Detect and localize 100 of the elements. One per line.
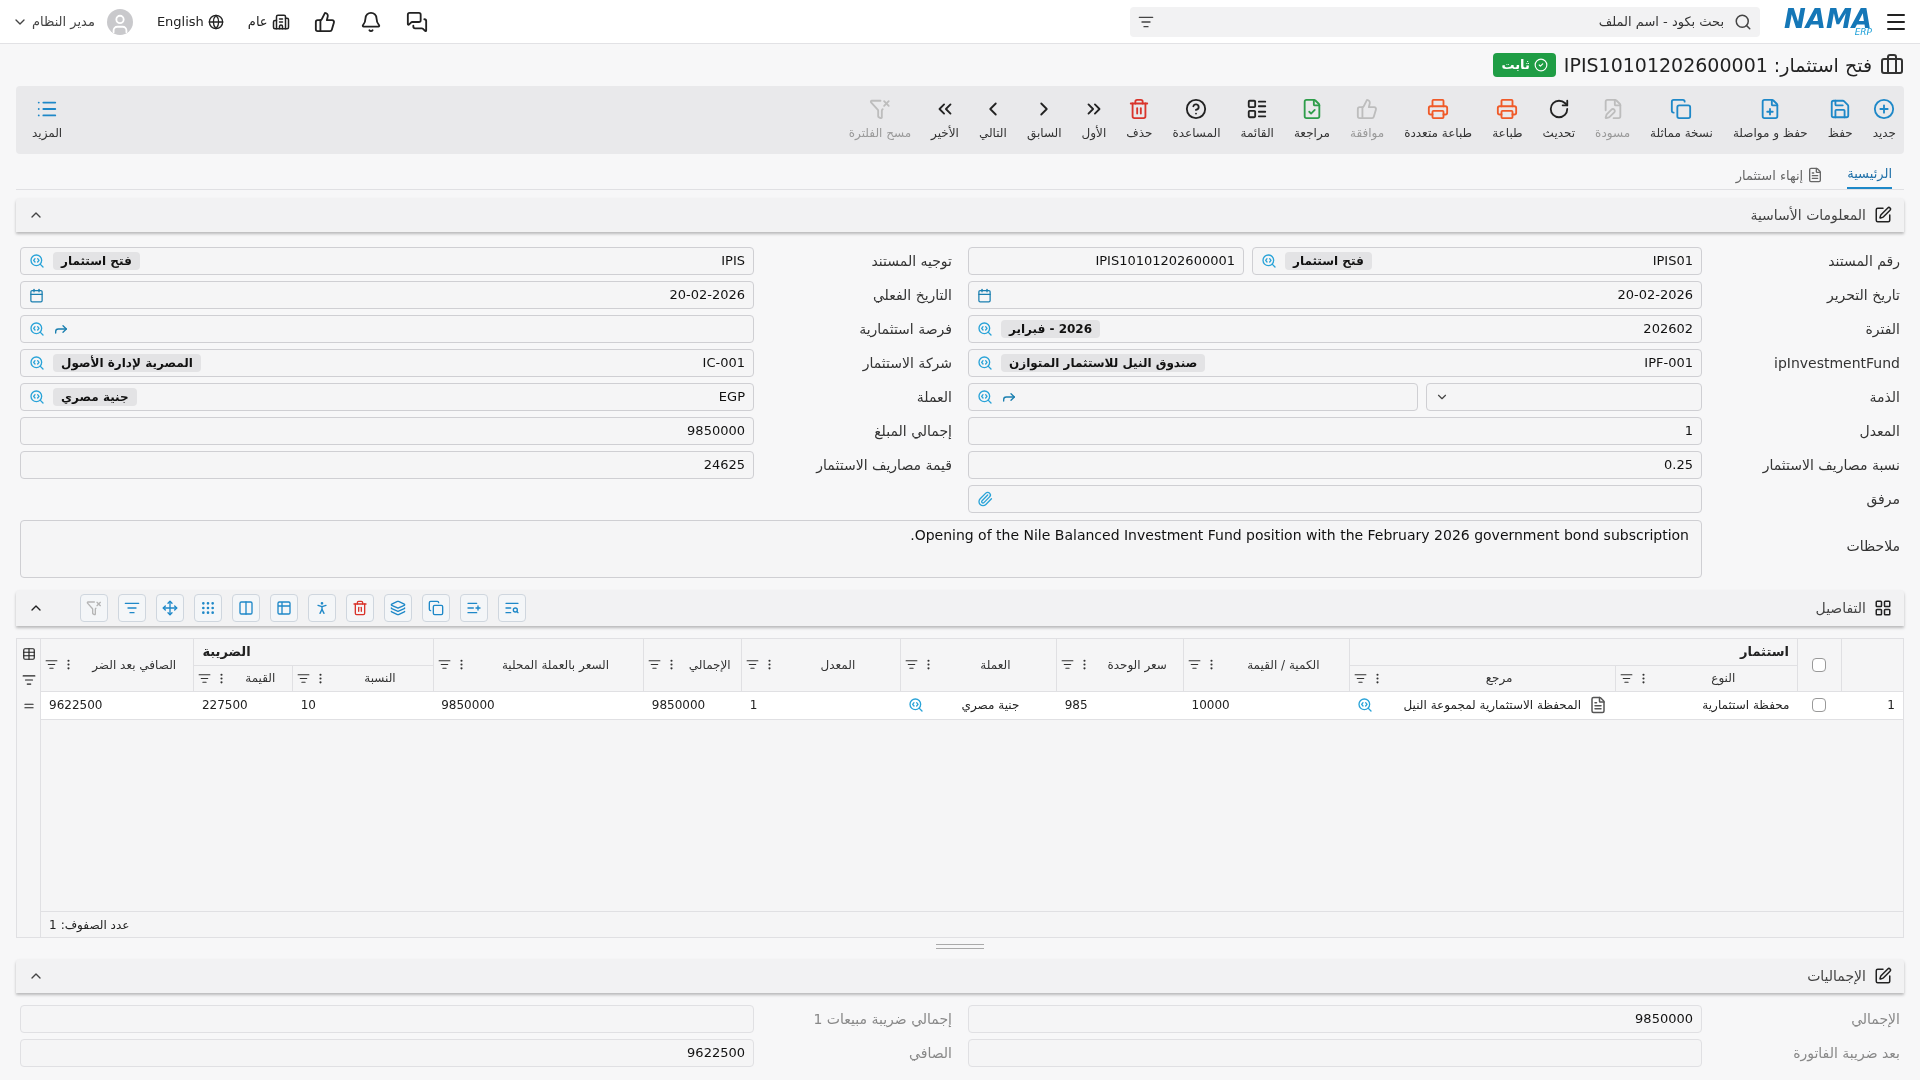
toolbar-button[interactable]: تحديث (1542, 98, 1576, 142)
notes-field[interactable]: Opening of the Nile Balanced Investment Fund position with the February 2026 government bond subscription. (20, 520, 1702, 578)
calendar-icon[interactable] (29, 287, 44, 303)
column-header[interactable]: القيمة (232, 669, 289, 687)
search-icon[interactable] (1261, 253, 1277, 269)
field-label: الذمة (1868, 387, 1900, 407)
select-field[interactable] (1426, 383, 1702, 411)
lookup-field[interactable] (20, 315, 754, 343)
toolbar-button[interactable]: حفظ و مواصلة (1732, 98, 1808, 142)
total-field: 9622500 (20, 1039, 754, 1067)
table-tool-button[interactable] (346, 594, 374, 622)
filter-icon[interactable] (198, 671, 212, 685)
value-tag: جنية مصري (53, 388, 137, 406)
search-icon[interactable] (977, 389, 993, 405)
toolbar-button[interactable]: حفظ (1827, 98, 1853, 142)
attachment-field[interactable] (968, 485, 1702, 513)
filter-icon[interactable] (1353, 671, 1367, 685)
column-header[interactable]: النوع (1653, 669, 1793, 687)
filter-icon[interactable] (297, 671, 311, 685)
text-field[interactable]: 24625 (20, 451, 754, 479)
checkbox[interactable] (1812, 698, 1827, 712)
toolbar-button[interactable]: الأخير (931, 98, 959, 142)
messages-icon[interactable] (405, 10, 428, 33)
scope-button[interactable]: عام (247, 11, 290, 32)
column-header[interactable]: الصافي بعد الضر (79, 655, 190, 674)
toolbar-button[interactable]: جديد (1872, 98, 1896, 142)
field-label: التاريخ الفعلي (871, 285, 952, 306)
bell-icon[interactable] (359, 10, 382, 33)
toolbar-button[interactable]: نسخة مماثلة (1650, 98, 1713, 142)
search-icon[interactable] (1357, 697, 1374, 713)
section-title: التفاصيل (1815, 598, 1866, 618)
column-header[interactable]: النسبة (331, 669, 429, 687)
search-icon[interactable] (29, 253, 45, 269)
filter-icon[interactable] (437, 658, 451, 672)
toolbar-button[interactable]: التالي (978, 98, 1007, 142)
toolbar-button[interactable]: طباعة (1492, 98, 1523, 142)
field-label: ملاحظات (1845, 537, 1900, 556)
tab[interactable]: الرئيسية (1847, 163, 1892, 189)
search-icon[interactable] (29, 355, 45, 371)
language-button[interactable]: English (156, 11, 224, 32)
filter-icon[interactable] (45, 658, 58, 672)
filter-icon (124, 600, 140, 616)
date-field[interactable]: 20-02-2026 (20, 281, 754, 309)
column-header[interactable]: مرجع (1387, 669, 1611, 687)
filter-icon[interactable] (1188, 658, 1202, 672)
toolbar-button[interactable]: السابق (1026, 98, 1062, 142)
column-header[interactable]: الكمية / القيمة (1222, 655, 1345, 674)
toolbar-button[interactable]: الأول (1081, 98, 1107, 142)
paperclip-icon[interactable] (977, 491, 993, 507)
person-icon (314, 600, 330, 616)
user-menu[interactable]: مدير النظام (12, 11, 95, 32)
tab[interactable]: إنهاء استثمار (1735, 165, 1824, 189)
page-title: فتح استثمار: IPIS10101202600001 (1563, 52, 1872, 79)
filter-icon[interactable] (1061, 658, 1075, 672)
filter-icon[interactable] (746, 658, 760, 672)
column-header[interactable]: السعر بالعملة المحلية (471, 655, 640, 674)
table-tool-button[interactable] (384, 594, 412, 622)
search-icon[interactable] (29, 321, 45, 337)
toolbar-button[interactable]: المساعدة (1172, 98, 1221, 142)
refresh-icon (1547, 98, 1570, 120)
column-header[interactable]: الإجمالي (682, 655, 738, 674)
table-tool-button[interactable] (194, 594, 222, 622)
text-field[interactable]: 1 (968, 417, 1702, 445)
resize-handle[interactable] (936, 944, 984, 949)
document-number-field[interactable]: IPIS10101202600001 (968, 247, 1244, 275)
filter-icon[interactable] (648, 658, 662, 672)
more-button[interactable]: المزيد (32, 98, 63, 142)
table-tool-button[interactable] (232, 594, 260, 622)
toolbar-button[interactable]: مراجعة (1293, 98, 1330, 142)
lookup-field[interactable] (968, 383, 1418, 411)
toolbar-button[interactable]: القائمة (1240, 98, 1274, 142)
search-field[interactable]: بحث بكود - اسم الملف (1130, 6, 1761, 37)
checkbox[interactable] (1812, 657, 1827, 672)
table-cell-text: جنية مصري (960, 697, 1021, 714)
filter-icon[interactable] (1619, 671, 1633, 685)
column-header[interactable]: العملة (938, 655, 1053, 674)
date-field[interactable]: 20-02-2026 (968, 281, 1702, 309)
search-icon[interactable] (908, 697, 925, 713)
filter-icon[interactable] (21, 673, 36, 687)
table-tool-button[interactable] (460, 594, 488, 622)
column-header[interactable]: المعدل (780, 655, 896, 674)
search-icon[interactable] (977, 355, 993, 371)
table-tool-button[interactable] (118, 594, 146, 622)
calendar-icon[interactable] (977, 287, 992, 303)
search-icon[interactable] (977, 321, 993, 337)
table-icon[interactable] (21, 647, 36, 661)
thumbs-up-icon[interactable] (313, 10, 336, 33)
text-field[interactable]: 0.25 (968, 451, 1702, 479)
toolbar-button[interactable]: طباعة متعددة (1404, 98, 1473, 142)
table-tool-button[interactable] (156, 594, 184, 622)
table-tool-button[interactable] (308, 594, 336, 622)
search-icon[interactable] (29, 389, 45, 405)
text-field[interactable]: 9850000 (20, 417, 754, 445)
table-cell: 9622500 (49, 698, 103, 712)
toolbar-button[interactable]: حذف (1126, 98, 1153, 142)
filter-icon[interactable] (904, 658, 918, 672)
table-tool-button[interactable] (270, 594, 298, 622)
column-header[interactable]: سعر الوحدة (1095, 655, 1180, 674)
table-tool-button[interactable] (498, 594, 526, 622)
table-tool-button[interactable] (422, 594, 450, 622)
